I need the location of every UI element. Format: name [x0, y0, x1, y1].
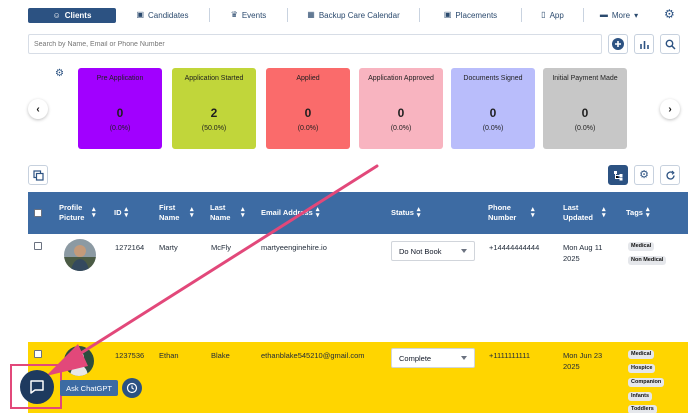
- history-button[interactable]: [122, 378, 142, 398]
- ask-chatgpt-button[interactable]: Ask ChatGPT: [60, 380, 118, 396]
- chat-launcher-button[interactable]: [20, 370, 54, 404]
- chat-bubble-icon: [30, 380, 44, 394]
- annotation-arrow: [46, 164, 379, 376]
- history-icon: [126, 382, 138, 394]
